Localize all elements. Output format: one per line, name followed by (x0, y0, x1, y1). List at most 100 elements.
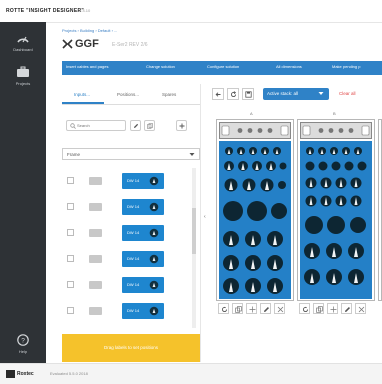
copy-icon (147, 123, 153, 129)
tab-inputs[interactable]: Inputs... (74, 92, 90, 97)
dashboard-icon (17, 36, 29, 43)
scrollbar-thumb[interactable] (192, 208, 196, 254)
list-item[interactable]: DW 14 (62, 194, 200, 220)
item-checkbox[interactable] (67, 255, 74, 262)
page-title: GGF (75, 38, 99, 50)
module-icon (149, 202, 159, 212)
breadcrumb[interactable]: Projects › Building › Default › ... (62, 28, 117, 33)
module-grid (223, 147, 287, 294)
list-item[interactable]: DW 14 (62, 220, 200, 246)
insert-cables-button[interactable]: Insert cables and pages (66, 64, 108, 69)
module-icon (149, 306, 159, 316)
tab-spares[interactable]: Spares (162, 92, 176, 97)
transit-icon (62, 39, 73, 49)
rack-module-grid[interactable] (300, 141, 372, 299)
module-icon (149, 254, 159, 264)
chevron-down-icon (318, 92, 324, 95)
top-bar: ROTTE "INSIGHT DESIGNER" v 5.4.10 (0, 0, 382, 23)
rack-header (219, 122, 291, 139)
briefcase-icon (17, 66, 29, 77)
item-badge[interactable]: DW 14 (122, 277, 164, 293)
tab-positions[interactable]: Positions... (117, 92, 139, 97)
list-item[interactable]: DW 14 (62, 272, 200, 298)
active-stack-dropdown[interactable]: Active stack: all (263, 88, 329, 100)
left-panel: Inputs... Positions... Spares Frame DW 1… (62, 84, 201, 362)
close-icon (358, 306, 365, 313)
search-box[interactable] (66, 120, 126, 131)
rack-frame[interactable] (216, 119, 294, 301)
collapse-arrow-icon: ‹ (204, 214, 206, 220)
item-checkbox[interactable] (67, 177, 74, 184)
item-badge[interactable]: DW 14 (122, 173, 164, 189)
clear-all-link[interactable]: Clear all (339, 91, 356, 96)
item-label: DW 14 (127, 282, 140, 287)
item-checkbox[interactable] (67, 307, 74, 314)
item-label: DW 14 (127, 308, 140, 313)
column-label: B (333, 111, 336, 116)
rack-frame[interactable] (297, 119, 375, 301)
rack-frame-partial[interactable] (378, 119, 382, 301)
delete-button[interactable] (355, 303, 366, 314)
copy-button[interactable] (232, 303, 243, 314)
nav-dashboard-label: Dashboard (13, 47, 33, 52)
back-button[interactable] (212, 88, 224, 100)
nav-help[interactable]: ? Help (0, 328, 46, 368)
copy-button[interactable] (313, 303, 324, 314)
active-tab-indicator (62, 102, 104, 104)
rack-header-slots (221, 125, 289, 136)
item-checkbox[interactable] (67, 229, 74, 236)
save-icon (245, 91, 252, 98)
chevron-down-icon (189, 153, 195, 156)
list-item[interactable]: DW 14 (62, 246, 200, 272)
edit-button[interactable] (341, 303, 352, 314)
footer-version: Evaluated 5.5.0 2018 (50, 371, 88, 376)
item-badge[interactable]: DW 14 (122, 199, 164, 215)
module-grid (304, 147, 367, 285)
search-input[interactable] (77, 122, 123, 129)
item-label: DW 14 (127, 256, 140, 261)
svg-text:?: ? (21, 337, 25, 344)
item-checkbox[interactable] (67, 203, 74, 210)
frame-select-value: Frame (67, 152, 81, 157)
rotate-button[interactable] (299, 303, 310, 314)
footer-brand: Roxtec (17, 371, 34, 377)
delete-button[interactable] (274, 303, 285, 314)
save-button[interactable] (242, 88, 254, 100)
list-item[interactable]: DW 14 (62, 168, 200, 194)
list-scrollbar[interactable] (192, 168, 196, 328)
edit-button[interactable] (130, 120, 141, 131)
roxtec-logo-icon (6, 370, 15, 378)
edit-button[interactable] (260, 303, 271, 314)
nav-projects[interactable]: Projects (0, 60, 46, 100)
rack-module-grid[interactable] (219, 141, 291, 299)
change-solution-button[interactable]: Change solution (146, 64, 175, 69)
item-badge[interactable]: DW 14 (122, 251, 164, 267)
refresh-button[interactable] (227, 88, 239, 100)
plus-icon (179, 123, 185, 129)
panel-tabs: Inputs... Positions... Spares (62, 84, 200, 105)
warning-banner: Drag labels to set positions (62, 334, 200, 362)
copy-button[interactable] (144, 120, 155, 131)
nav-projects-label: Projects (15, 81, 31, 86)
app-brand: ROTTE "INSIGHT DESIGNER" (6, 8, 85, 14)
pencil-icon (134, 123, 139, 128)
move-button[interactable] (327, 303, 338, 314)
make-pending-button[interactable]: Make pending p (332, 64, 360, 69)
item-checkbox[interactable] (67, 281, 74, 288)
rotate-button[interactable] (218, 303, 229, 314)
item-badge[interactable]: DW 14 (122, 303, 164, 319)
sidebar: Dashboard Projects ? Help (0, 22, 46, 363)
add-button[interactable] (176, 120, 187, 131)
configure-solution-button[interactable]: Configure solution (207, 64, 239, 69)
list-item[interactable]: DW 14 (62, 298, 200, 324)
all-dimensions-button[interactable]: All dimensions (276, 64, 302, 69)
arrows-icon (249, 306, 256, 313)
item-badge[interactable]: DW 14 (122, 225, 164, 241)
frame-select[interactable]: Frame (62, 148, 200, 160)
panel-splitter[interactable]: ‹ (203, 84, 209, 362)
search-icon (70, 123, 76, 129)
copy-icon (316, 306, 323, 313)
nav-help-label: Help (18, 349, 28, 354)
move-button[interactable] (246, 303, 257, 314)
help-icon: ? (17, 334, 29, 346)
